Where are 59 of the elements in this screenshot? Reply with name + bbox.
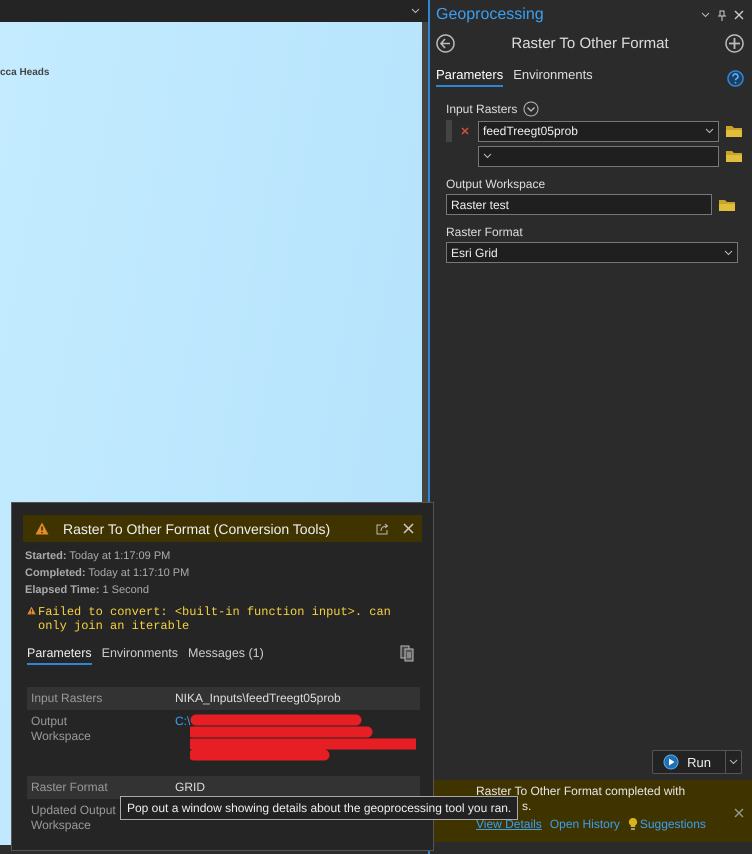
raster-dropdown[interactable] bbox=[478, 146, 719, 166]
parameter-name: Updated Output Workspace bbox=[31, 803, 117, 833]
close-icon[interactable] bbox=[403, 523, 414, 534]
parameter-name: Raster Format bbox=[31, 780, 108, 795]
collapse-icon[interactable] bbox=[523, 101, 540, 117]
chevron-down-icon[interactable] bbox=[483, 153, 492, 159]
format-dropdown[interactable]: Esri Grid bbox=[446, 242, 738, 263]
chevron-down-icon[interactable] bbox=[701, 12, 710, 18]
parameter-name: Input Rasters bbox=[31, 691, 102, 706]
map-label: cca Heads bbox=[0, 67, 50, 78]
run-info-line: Started: Today at 1:17:09 PM bbox=[25, 550, 172, 562]
pop-out-icon[interactable] bbox=[376, 522, 389, 534]
details-tab[interactable]: Parameters bbox=[27, 646, 92, 665]
tooltip: Pop out a window showing details about the geoprocessing tool you ran. bbox=[120, 796, 518, 820]
notification-text: Raster To Other Format completed with bbox=[476, 784, 686, 799]
lightbulb-icon bbox=[628, 817, 638, 831]
play-icon bbox=[663, 754, 680, 770]
close-icon[interactable] bbox=[734, 808, 744, 818]
run-info-line: Elapsed Time: 1 Second bbox=[25, 584, 150, 596]
notification-link[interactable]: Suggestions bbox=[628, 817, 706, 831]
add-icon[interactable] bbox=[725, 34, 744, 53]
tool-title: Raster To Other Format bbox=[511, 35, 669, 52]
run-button[interactable]: Run bbox=[652, 750, 742, 774]
workspace-path-link[interactable]: C:\ bbox=[175, 710, 190, 733]
parameter-value: GRID bbox=[175, 779, 206, 796]
pin-icon[interactable] bbox=[718, 10, 726, 20]
remove-icon[interactable] bbox=[461, 127, 469, 135]
back-icon[interactable] bbox=[436, 34, 455, 53]
raster-dropdown[interactable]: feedTreegt05prob bbox=[478, 120, 719, 142]
notification-text: s. bbox=[522, 799, 532, 814]
drag-handle[interactable] bbox=[446, 120, 452, 142]
chevron-down-icon[interactable] bbox=[724, 250, 733, 256]
workspace-field[interactable]: Raster test bbox=[446, 194, 712, 215]
run-info-line: Completed: Today at 1:17:10 PM bbox=[25, 567, 190, 579]
parameter-label: Output Workspace bbox=[446, 177, 546, 191]
notification-link[interactable]: Open History bbox=[550, 817, 620, 831]
copy-icon[interactable] bbox=[400, 645, 414, 662]
parameter-label: Raster Format bbox=[446, 225, 523, 239]
pane-tab[interactable]: Environments bbox=[513, 67, 593, 87]
warning-icon bbox=[35, 522, 49, 535]
close-icon[interactable] bbox=[734, 10, 744, 20]
warning-icon bbox=[27, 605, 36, 616]
folder-icon[interactable] bbox=[718, 198, 736, 212]
popup-title: Raster To Other Format (Conversion Tools) bbox=[63, 520, 332, 536]
help-icon[interactable] bbox=[727, 70, 744, 87]
details-tab[interactable]: Environments bbox=[102, 646, 178, 665]
folder-icon[interactable] bbox=[725, 124, 743, 138]
details-tab[interactable]: Messages (1) bbox=[188, 646, 264, 665]
parameter-value: NIKA_Inputs\feedTreegt05prob bbox=[175, 690, 342, 707]
parameter-name: Output Workspace bbox=[31, 714, 92, 744]
notification-link[interactable]: View Details bbox=[476, 817, 542, 831]
pane-tab[interactable]: Parameters bbox=[436, 67, 504, 87]
warning-message: Failed to convert: <built-in function input>. can only join an iterable bbox=[38, 605, 392, 633]
pane-title: Geoprocessing bbox=[436, 6, 544, 24]
chevron-down-icon[interactable] bbox=[729, 759, 738, 765]
parameter-label: Input Rasters bbox=[446, 102, 518, 116]
chevron-down-icon[interactable] bbox=[411, 8, 420, 14]
folder-icon[interactable] bbox=[725, 149, 743, 163]
chevron-down-icon[interactable] bbox=[705, 128, 714, 134]
